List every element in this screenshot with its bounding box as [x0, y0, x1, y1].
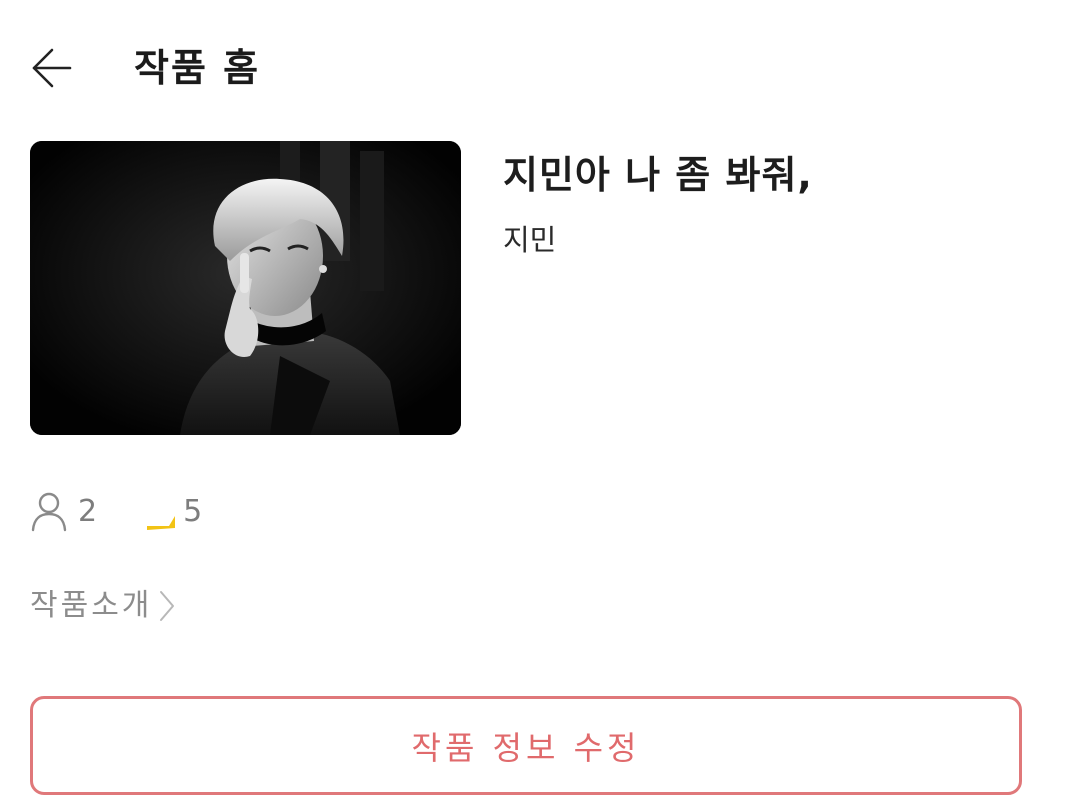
- work-stats: 2 5: [30, 486, 202, 538]
- work-home-screen: 작품 홈 지민아 나 좀 봐줘, 지민 2 5 작품소개 작품 정보 수정: [0, 0, 1068, 801]
- arrow-left-icon: [32, 48, 72, 88]
- reader-count-value: 2: [78, 494, 98, 529]
- reader-count: 2: [30, 490, 97, 534]
- edit-work-info-label: 작품 정보 수정: [411, 728, 641, 767]
- cover-image[interactable]: [30, 141, 461, 435]
- cover-illustration: [30, 141, 461, 435]
- work-title: 지민아 나 좀 봐줘,: [503, 153, 813, 197]
- edit-work-info-button[interactable]: 작품 정보 수정: [30, 696, 1022, 795]
- work-intro-link[interactable]: 작품소개: [30, 584, 176, 628]
- page-title: 작품 홈: [134, 46, 261, 90]
- like-count: 5: [145, 490, 202, 534]
- like-count-value: 5: [183, 494, 203, 529]
- like-icon: [147, 516, 176, 530]
- work-author: 지민: [503, 223, 557, 257]
- chevron-right-icon: [160, 591, 175, 621]
- back-button[interactable]: [30, 40, 90, 96]
- person-icon: [31, 492, 67, 532]
- work-intro-label: 작품소개: [30, 588, 153, 623]
